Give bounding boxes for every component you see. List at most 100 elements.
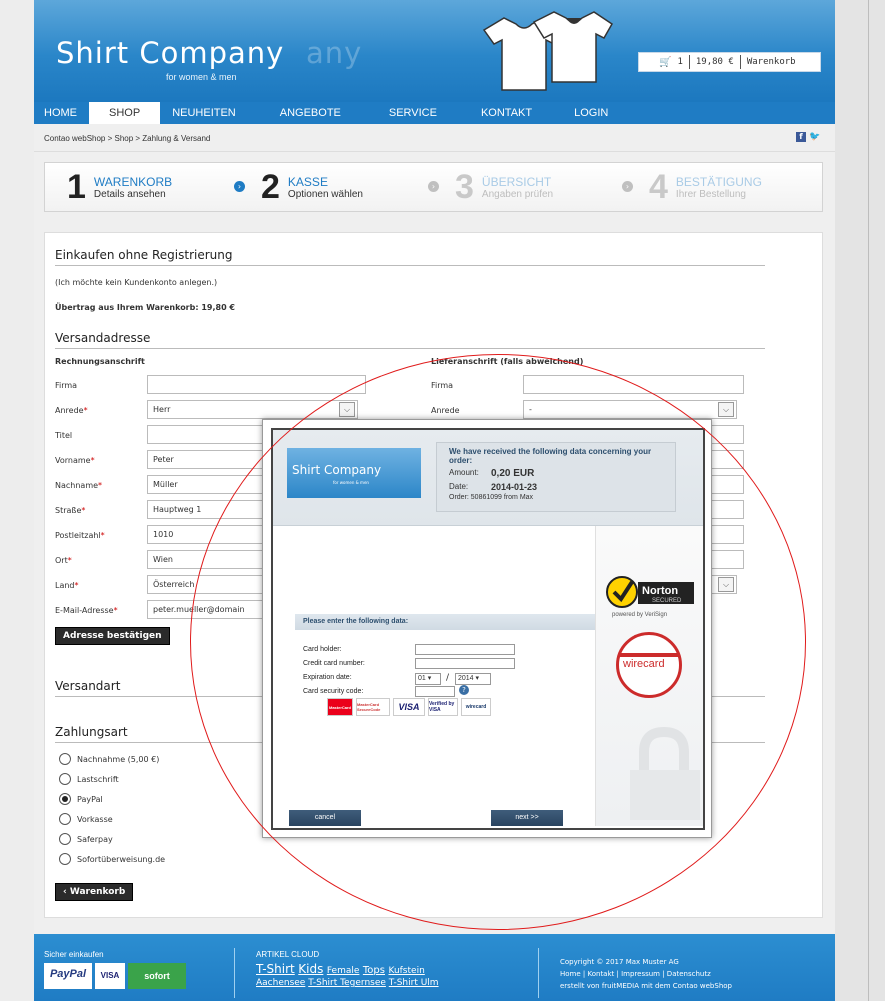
footer-divider [538, 948, 539, 998]
trust-seals-column: Norton SECURED powered by VeriSign wirec… [595, 526, 703, 826]
step-confirmation: 4 BESTÄTIGUNG Ihrer Bestellung [627, 163, 821, 211]
breadcrumb[interactable]: Contao webShop > Shop > Zahlung & Versan… [44, 134, 210, 143]
carry-over-text: Übertrag aus Ihrem Warenkorb: 19,80 € [55, 303, 235, 312]
footer-secure-shopping: Sicher einkaufen PayPal VISA sofort [44, 950, 186, 989]
card-number-label: Credit card number: [303, 660, 365, 667]
exp-year-select[interactable]: 2014 ▾ [455, 673, 491, 685]
chevron-down-icon[interactable]: ⌵ [718, 577, 734, 592]
mastercard-logo: MasterCard [327, 698, 353, 716]
wirecard-text: wirecard [623, 658, 665, 670]
step-overview: 3 ÜBERSICHT Angaben prüfen › [433, 163, 633, 211]
payment-option-sofort[interactable]: Sofortüberweisung.de [59, 853, 165, 865]
facebook-icon[interactable]: f [796, 132, 806, 142]
norton-check-icon: Norton SECURED powered by VeriSign [606, 576, 694, 618]
site-logo[interactable]: Shirt Company [56, 36, 284, 70]
mini-cart[interactable]: 🛒 1 19,80 € Warenkorb [638, 52, 821, 72]
chevron-down-icon[interactable]: ⌵ [339, 402, 355, 417]
step-cart[interactable]: 1 WARENKORB Details ansehen › [45, 163, 245, 211]
chevron-down-icon[interactable]: ⌵ [718, 402, 734, 417]
tag-cloud-title: ARTIKEL CLOUD [256, 950, 320, 959]
cvc-input[interactable] [415, 686, 455, 697]
payment-option-paypal[interactable]: PayPal [59, 793, 103, 805]
shipping-company-input[interactable] [523, 375, 744, 394]
payment-option-cod[interactable]: Nachnahme (5,00 €) [59, 753, 159, 765]
site-footer: Sicher einkaufen PayPal VISA sofort ARTI… [34, 934, 835, 1001]
next-button[interactable]: next >> [491, 810, 563, 826]
footer-credit[interactable]: erstellt von fruitMEDIA mit dem Contao w… [560, 980, 732, 992]
billing-heading: Rechnungsanschrift [55, 357, 145, 366]
nav-neuheiten[interactable]: NEUHEITEN [160, 102, 262, 124]
exp-separator: / [446, 673, 450, 683]
card-holder-input[interactable] [415, 644, 515, 655]
payment-option-prepay[interactable]: Vorkasse [59, 813, 113, 825]
step-title: KASSE [287, 174, 328, 189]
nav-service[interactable]: SERVICE [373, 102, 461, 124]
tag-link[interactable]: T-Shirt Tegernsee [308, 978, 386, 988]
date-value: 2014-01-23 [491, 482, 538, 492]
label-shipping-salutation: Anrede [431, 406, 460, 415]
step-title: WARENKORB [93, 174, 173, 189]
tag-link[interactable]: Kufstein [388, 966, 424, 976]
payment-option-debit[interactable]: Lastschrift [59, 773, 119, 785]
step-title: ÜBERSICHT [481, 174, 552, 189]
footer-links[interactable]: Home | Kontakt | Impressum | Datenschutz [560, 968, 732, 980]
logo-ghost: any [306, 36, 363, 70]
cvc-label: Card security code: [303, 688, 364, 695]
tag-link[interactable]: Kids [298, 962, 323, 976]
exp-month-select[interactable]: 01 ▾ [415, 673, 441, 685]
label-company: Firma [55, 381, 78, 390]
billing-company-input[interactable] [147, 375, 366, 394]
dialog-logo-text: Shirt Company [292, 463, 382, 477]
payment-option-saferpay[interactable]: Saferpay [59, 833, 113, 845]
step-subtitle: Ihrer Bestellung [675, 188, 746, 200]
tag-link[interactable]: Aachensee [256, 978, 305, 988]
amount-value: 0,20 EUR [491, 468, 535, 479]
tag-link[interactable]: T-Shirt Ulm [389, 978, 439, 988]
tag-link[interactable]: Female [327, 966, 360, 976]
card-number-input[interactable] [415, 658, 515, 669]
back-to-cart-button[interactable]: ‹ Warenkorb [55, 883, 134, 901]
radio-button[interactable] [59, 773, 71, 785]
right-scroll-area [835, 0, 885, 1001]
visa-logo: VISA [393, 698, 425, 716]
order-info-box: We have received the following data conc… [436, 442, 676, 512]
label-country: Land* [55, 581, 79, 590]
tag-link[interactable]: T-Shirt [256, 962, 295, 976]
expiration-label: Expiration date: [303, 674, 352, 681]
card-logos: MasterCard MasterCard SecureCode VISA Ve… [327, 698, 491, 716]
wirecard-seal: wirecard [616, 632, 682, 698]
radio-button[interactable] [59, 853, 71, 865]
confirm-address-button[interactable]: Adresse bestätigen [55, 627, 170, 645]
nav-shop[interactable]: SHOP [89, 102, 161, 124]
nav-kontakt[interactable]: KONTAKT [461, 102, 560, 124]
radio-button[interactable] [59, 753, 71, 765]
radio-button[interactable] [59, 833, 71, 845]
billing-salutation-select[interactable]: Herr ⌵ [147, 400, 358, 419]
norton-secured: SECURED [652, 598, 682, 604]
card-form-heading: Please enter the following data: [295, 614, 595, 630]
label-street: Straße* [55, 506, 86, 515]
payment-dialog-header: Shirt Company for women & men We have re… [273, 430, 703, 526]
radio-button[interactable] [59, 813, 71, 825]
payment-logos: PayPal VISA sofort [44, 963, 186, 989]
address-heading: Versandadresse [55, 331, 765, 349]
main-nav: HOME SHOP NEUHEITEN ANGEBOTE SERVICE KON… [34, 102, 835, 124]
nav-angebote[interactable]: ANGEBOTE [262, 102, 373, 124]
nav-home[interactable]: HOME [34, 102, 89, 124]
cancel-button[interactable]: cancel [289, 810, 361, 826]
lock-icon [630, 726, 700, 820]
step-checkout[interactable]: 2 KASSE Optionen wählen › [239, 163, 439, 211]
norton-powered-by: powered by VeriSign [612, 612, 667, 618]
twitter-icon[interactable]: 🐦 [809, 132, 820, 142]
shipping-salutation-select[interactable]: - ⌵ [523, 400, 737, 419]
label-shipping-company: Firma [431, 381, 454, 390]
date-label: Date: [449, 482, 469, 491]
payment-dialog-frame: Shirt Company for women & men We have re… [271, 428, 705, 830]
radio-button-selected[interactable] [59, 793, 71, 805]
cart-link[interactable]: Warenkorb [747, 57, 796, 67]
nav-login[interactable]: LOGIN [560, 102, 622, 124]
tag-link[interactable]: Tops [363, 965, 385, 976]
label-postal: Postleitzahl* [55, 531, 105, 540]
site-header: Shirt Company any for women & men 🛒 1 19… [34, 0, 835, 102]
help-icon[interactable]: ? [459, 685, 469, 695]
